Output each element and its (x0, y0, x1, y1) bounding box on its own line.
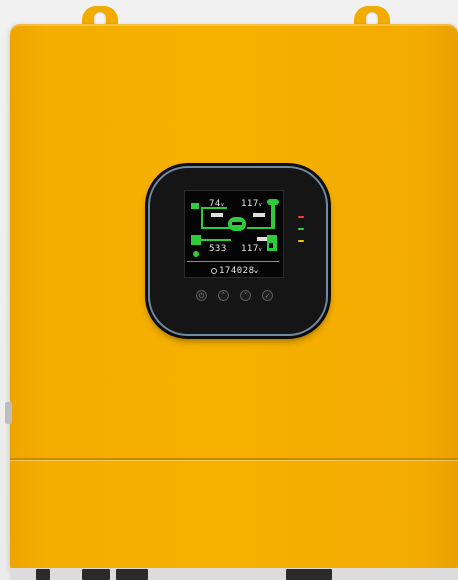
fault-indicator (298, 240, 304, 242)
bottom-connector-strip (10, 568, 458, 580)
down-button[interactable]: ˅ (240, 290, 251, 301)
pv-bar (211, 213, 223, 217)
terminal-connector (286, 569, 332, 580)
home-load-icon (269, 243, 273, 248)
inverter-indicator (298, 228, 304, 230)
flow-line (201, 207, 203, 229)
battery-readout: 533 (209, 244, 227, 254)
grid-bar (253, 213, 265, 217)
load-bar (257, 237, 267, 241)
load-voltage-readout: 117v (241, 244, 263, 254)
terminal-connector (36, 569, 50, 580)
inverter-icon (232, 222, 242, 225)
chevron-down-icon: ˅ (243, 292, 248, 300)
flow-line (201, 207, 227, 209)
inverter-product-photo: 74v 117v 533 117v 174028w ⏻ ˄ ˅ ✓ (0, 0, 458, 580)
up-button[interactable]: ˄ (218, 290, 229, 301)
battery-icon (191, 235, 201, 245)
lcd-divider (187, 261, 279, 262)
grid-voltage-readout: 117v (241, 199, 263, 209)
flow-line (247, 227, 273, 229)
battery-level-icon (193, 251, 199, 257)
grid-tower-icon (267, 199, 279, 205)
terminal-connector (82, 569, 110, 580)
display-panel: 74v 117v 533 117v 174028w ⏻ ˄ ˅ ✓ (148, 166, 328, 336)
solar-panel-icon (191, 203, 199, 209)
chevron-up-icon: ˄ (221, 292, 226, 300)
power-icon: ⏻ (198, 292, 205, 300)
ac-in-indicator (298, 216, 304, 218)
flow-line (201, 239, 231, 241)
lcd-screen: 74v 117v 533 117v 174028w (184, 190, 284, 278)
energy-readout: 174028w (219, 266, 259, 276)
enclosure-seam (10, 458, 458, 460)
side-grounding-stub (5, 402, 12, 424)
terminal-connector (116, 569, 148, 580)
menu-button[interactable]: ⏻ (196, 290, 207, 301)
gear-icon (211, 268, 217, 274)
check-icon: ✓ (264, 292, 271, 300)
enter-button[interactable]: ✓ (262, 290, 273, 301)
